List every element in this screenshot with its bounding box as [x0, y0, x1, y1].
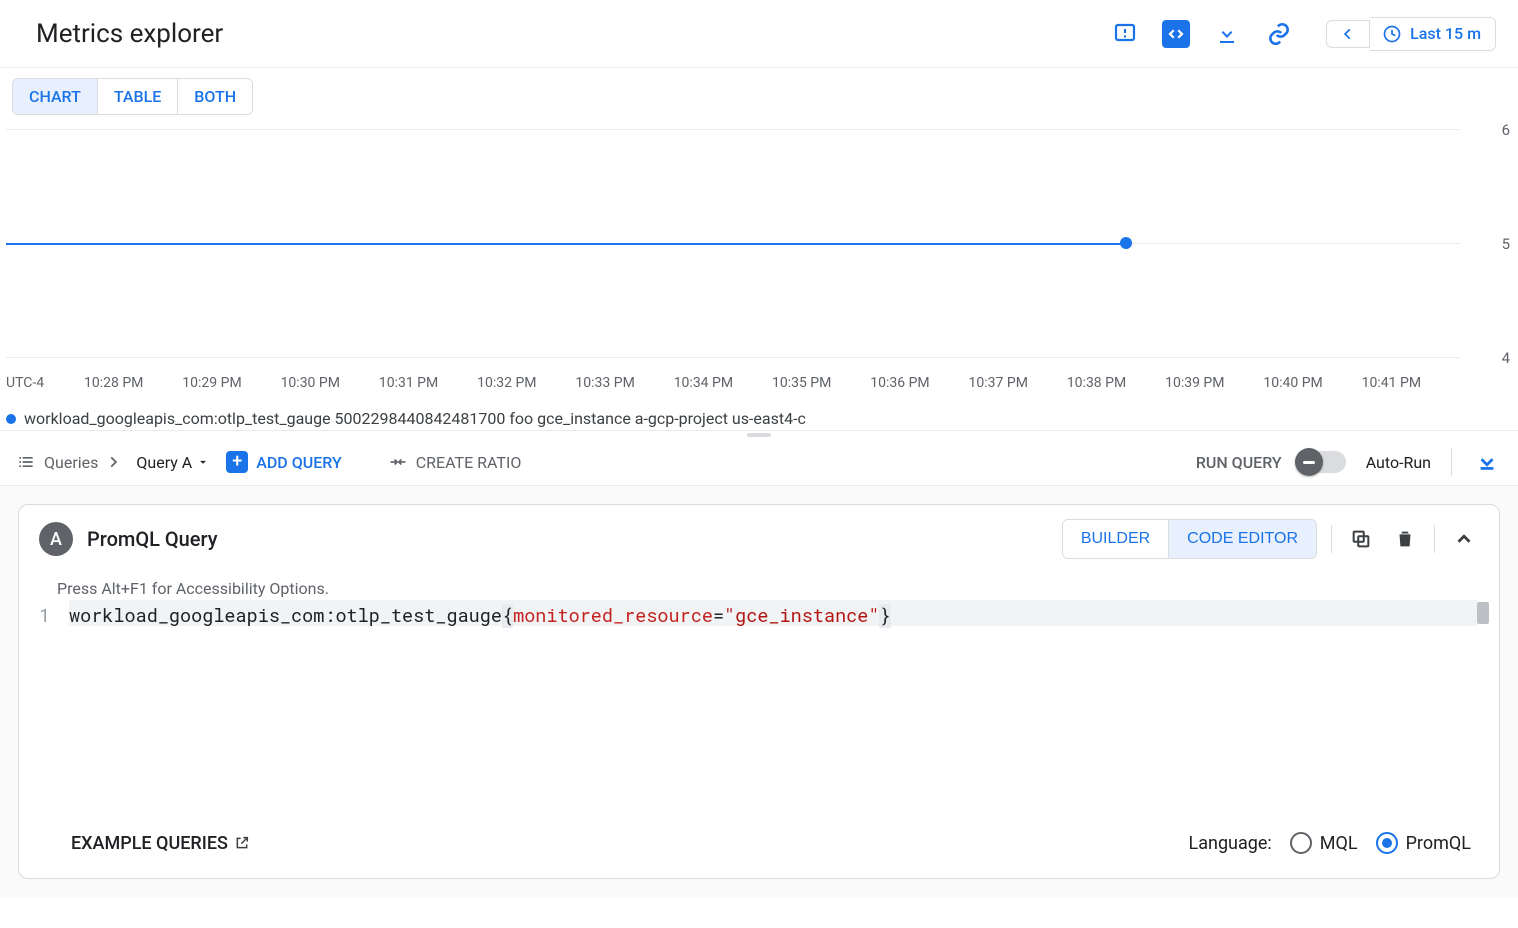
chart-area: 6 5 4 UTC-4 10:28 PM10:29 PM10:30 PM10:3… [0, 115, 1518, 430]
tab-chart[interactable]: CHART [13, 79, 97, 114]
collapse-all-icon[interactable] [1472, 447, 1502, 477]
run-query-button[interactable]: RUN QUERY [1196, 453, 1282, 472]
time-range-group: Last 15 m [1326, 17, 1496, 51]
auto-run-toggle[interactable] [1298, 451, 1346, 473]
link-icon[interactable] [1264, 19, 1294, 49]
view-mode-tabs: CHART TABLE BOTH [12, 78, 253, 115]
x-tick: 10:35 PM [772, 375, 870, 391]
x-tick: 10:31 PM [379, 375, 477, 391]
time-back-button[interactable] [1326, 20, 1370, 48]
tab-both[interactable]: BOTH [177, 79, 252, 114]
x-tick: 10:39 PM [1165, 375, 1263, 391]
accessibility-hint: Press Alt+F1 for Accessibility Options. [19, 573, 1499, 600]
code-view-icon[interactable] [1162, 20, 1190, 48]
x-tick: 10:29 PM [182, 375, 280, 391]
query-avatar: A [39, 522, 73, 556]
x-tick: 10:34 PM [674, 375, 772, 391]
query-panel: A PromQL Query BUILDER CODE EDITOR Press… [0, 486, 1518, 897]
page-title: Metrics explorer [36, 19, 223, 49]
create-ratio-button[interactable]: CREATE RATIO [388, 452, 522, 472]
radio-promql[interactable]: PromQL [1376, 832, 1471, 854]
collapse-card-icon[interactable] [1449, 524, 1479, 554]
series-line [6, 243, 1126, 245]
tab-table[interactable]: TABLE [97, 79, 177, 114]
queries-breadcrumb[interactable]: Queries [16, 452, 120, 472]
chart-plot[interactable]: 6 5 4 [6, 115, 1460, 370]
x-axis-ticks: 10:28 PM10:29 PM10:30 PM10:31 PM10:32 PM… [6, 375, 1460, 391]
delete-icon[interactable] [1390, 524, 1420, 554]
header: Metrics explorer Last 15 m [0, 0, 1518, 68]
split-drag-handle[interactable] [0, 431, 1518, 439]
x-tick: 10:41 PM [1362, 375, 1460, 391]
plus-icon: + [226, 451, 248, 473]
x-tick: 10:38 PM [1067, 375, 1165, 391]
y-tick-6: 6 [1502, 121, 1510, 139]
editor-scrollbar[interactable] [1477, 602, 1489, 624]
code-content[interactable]: workload_googleapis_com:otlp_test_gauge{… [69, 604, 1477, 628]
x-tick: 10:28 PM [84, 375, 182, 391]
series-point[interactable] [1120, 237, 1132, 249]
feedback-icon[interactable] [1110, 19, 1140, 49]
radio-mql[interactable]: MQL [1290, 832, 1358, 854]
time-range-button[interactable]: Last 15 m [1370, 17, 1496, 51]
builder-mode-button[interactable]: BUILDER [1063, 520, 1168, 558]
header-tools: Last 15 m [1110, 17, 1506, 51]
y-tick-5: 5 [1502, 235, 1510, 253]
language-label: Language: [1189, 833, 1272, 854]
legend-swatch [6, 414, 16, 424]
auto-run-label: Auto-Run [1366, 453, 1431, 472]
time-range-label: Last 15 m [1410, 24, 1481, 43]
code-editor[interactable]: 1 workload_googleapis_com:otlp_test_gaug… [19, 600, 1499, 632]
x-tick: 10:36 PM [870, 375, 968, 391]
query-selector[interactable]: Query A [136, 453, 210, 472]
x-tick: 10:33 PM [575, 375, 673, 391]
legend: workload_googleapis_com:otlp_test_gauge … [6, 409, 806, 428]
add-query-button[interactable]: + ADD QUERY [226, 451, 341, 473]
legend-series-label: workload_googleapis_com:otlp_test_gauge … [24, 409, 806, 428]
code-editor-mode-button[interactable]: CODE EDITOR [1168, 520, 1316, 558]
query-card-title: PromQL Query [87, 527, 218, 551]
x-tick: 10:40 PM [1263, 375, 1361, 391]
line-number: 1 [39, 600, 69, 632]
y-tick-4: 4 [1502, 349, 1510, 367]
copy-icon[interactable] [1346, 524, 1376, 554]
x-tick: 10:32 PM [477, 375, 575, 391]
download-icon[interactable] [1212, 19, 1242, 49]
x-tick: 10:37 PM [969, 375, 1067, 391]
example-queries-link[interactable]: EXAMPLE QUERIES [71, 833, 250, 854]
x-tick: 10:30 PM [281, 375, 379, 391]
editor-mode-toggle: BUILDER CODE EDITOR [1062, 519, 1317, 559]
query-card: A PromQL Query BUILDER CODE EDITOR Press… [18, 504, 1500, 879]
query-toolbar: Queries Query A + ADD QUERY CREATE RATIO… [0, 439, 1518, 486]
